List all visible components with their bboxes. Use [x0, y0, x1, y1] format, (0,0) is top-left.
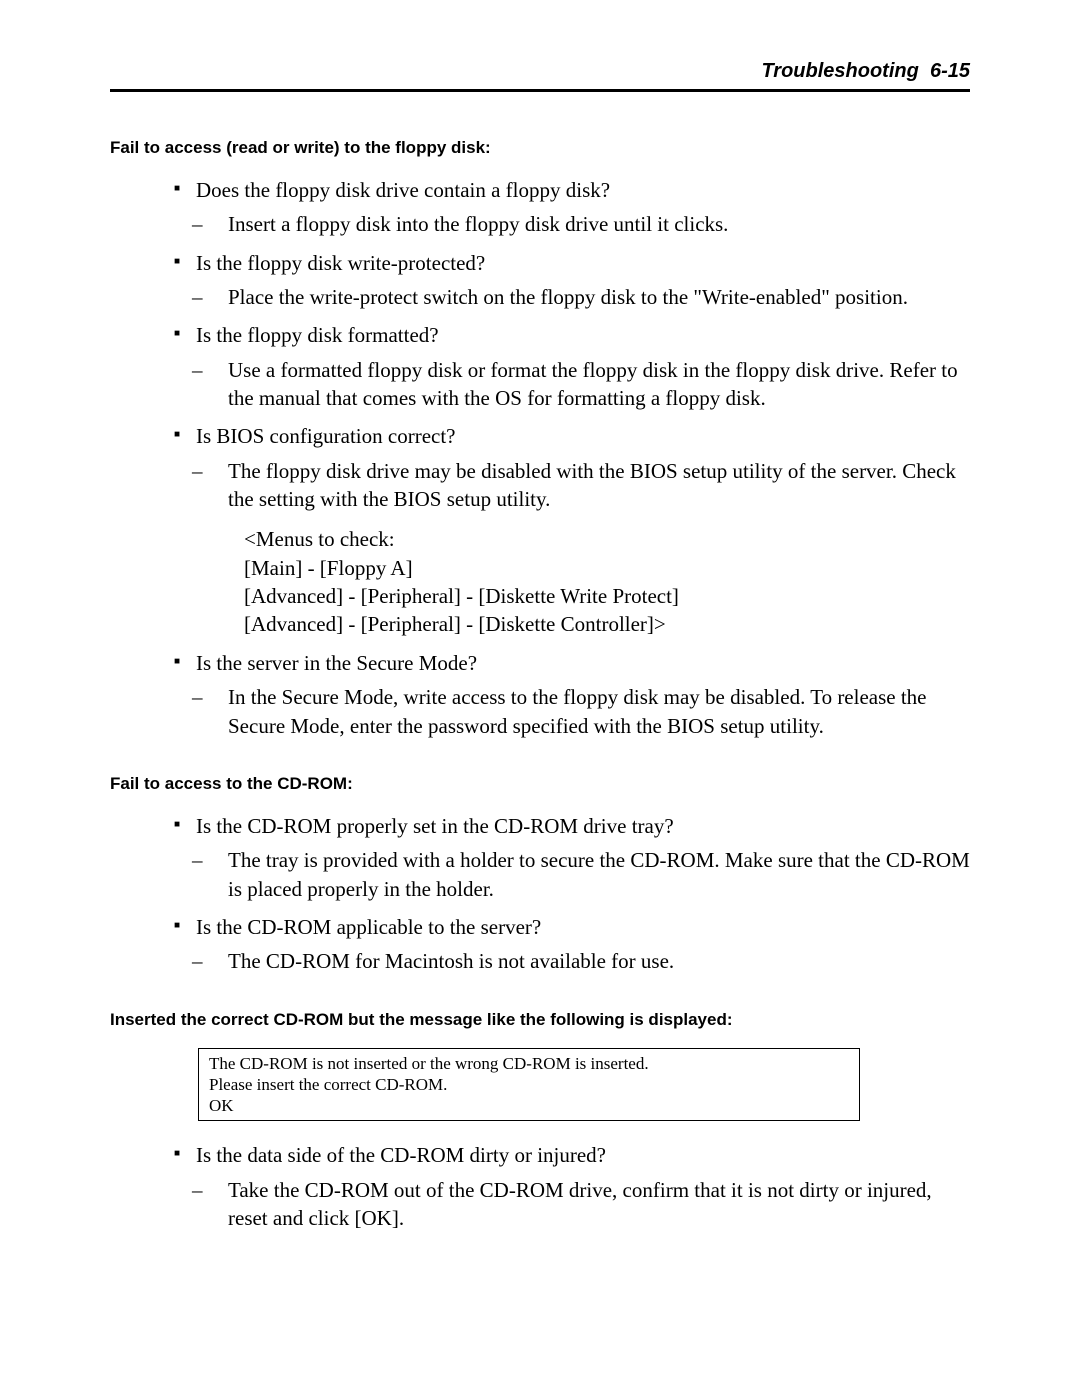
- question: Is the server in the Secure Mode?: [196, 651, 477, 675]
- msg-line: The CD-ROM is not inserted or the wrong …: [209, 1053, 849, 1074]
- menu-line: <Menus to check:: [244, 525, 970, 553]
- list-item: Is the CD-ROM applicable to the server? …: [174, 913, 970, 976]
- cdrom-list: Is the CD-ROM properly set in the CD-ROM…: [110, 812, 970, 976]
- answer: –The CD-ROM for Macintosh is not availab…: [210, 947, 970, 975]
- msg-line: OK: [209, 1095, 849, 1116]
- question: Is the CD-ROM applicable to the server?: [196, 915, 541, 939]
- list-item: Is the floppy disk write-protected? –Pla…: [174, 249, 970, 312]
- answer: –In the Secure Mode, write access to the…: [210, 683, 970, 740]
- answer: –The floppy disk drive may be disabled w…: [210, 457, 970, 514]
- msg-line: Please insert the correct CD-ROM.: [209, 1074, 849, 1095]
- bios-menus: <Menus to check: [Main] - [Floppy A] [Ad…: [244, 525, 970, 638]
- page-number: 6-15: [930, 60, 970, 82]
- section-title-cdrom-access: Fail to access to the CD-ROM:: [110, 774, 970, 794]
- question: Is the floppy disk write-protected?: [196, 251, 485, 275]
- answer: –Insert a floppy disk into the floppy di…: [210, 210, 970, 238]
- section-name: Troubleshooting: [761, 60, 918, 82]
- section-title-floppy: Fail to access (read or write) to the fl…: [110, 138, 970, 158]
- list-item: Is the floppy disk formatted? –Use a for…: [174, 321, 970, 412]
- menu-line: [Main] - [Floppy A]: [244, 554, 970, 582]
- question: Is the floppy disk formatted?: [196, 323, 439, 347]
- document-page: Troubleshooting 6-15 Fail to access (rea…: [0, 0, 1080, 1397]
- answer: –Place the write-protect switch on the f…: [210, 283, 970, 311]
- answer: –Take the CD-ROM out of the CD-ROM drive…: [210, 1176, 970, 1233]
- cdrom-msg-list: Is the data side of the CD-ROM dirty or …: [110, 1141, 970, 1232]
- list-item: Does the floppy disk drive contain a flo…: [174, 176, 970, 239]
- list-item: Is the data side of the CD-ROM dirty or …: [174, 1141, 970, 1232]
- menu-line: [Advanced] - [Peripheral] - [Diskette Wr…: [244, 582, 970, 610]
- list-item: Is the CD-ROM properly set in the CD-ROM…: [174, 812, 970, 903]
- list-item: Is BIOS configuration correct? –The flop…: [174, 422, 970, 638]
- list-item: Is the server in the Secure Mode? –In th…: [174, 649, 970, 740]
- question: Is BIOS configuration correct?: [196, 424, 456, 448]
- message-box: The CD-ROM is not inserted or the wrong …: [198, 1048, 860, 1122]
- floppy-list: Does the floppy disk drive contain a flo…: [110, 176, 970, 740]
- question: Does the floppy disk drive contain a flo…: [196, 178, 610, 202]
- section-title-cdrom-msg: Inserted the correct CD-ROM but the mess…: [110, 1010, 970, 1030]
- header-rule: [110, 89, 970, 92]
- question: Is the data side of the CD-ROM dirty or …: [196, 1143, 606, 1167]
- running-head: Troubleshooting 6-15: [110, 60, 970, 89]
- question: Is the CD-ROM properly set in the CD-ROM…: [196, 814, 674, 838]
- menu-line: [Advanced] - [Peripheral] - [Diskette Co…: [244, 610, 970, 638]
- answer: –Use a formatted floppy disk or format t…: [210, 356, 970, 413]
- answer: –The tray is provided with a holder to s…: [210, 846, 970, 903]
